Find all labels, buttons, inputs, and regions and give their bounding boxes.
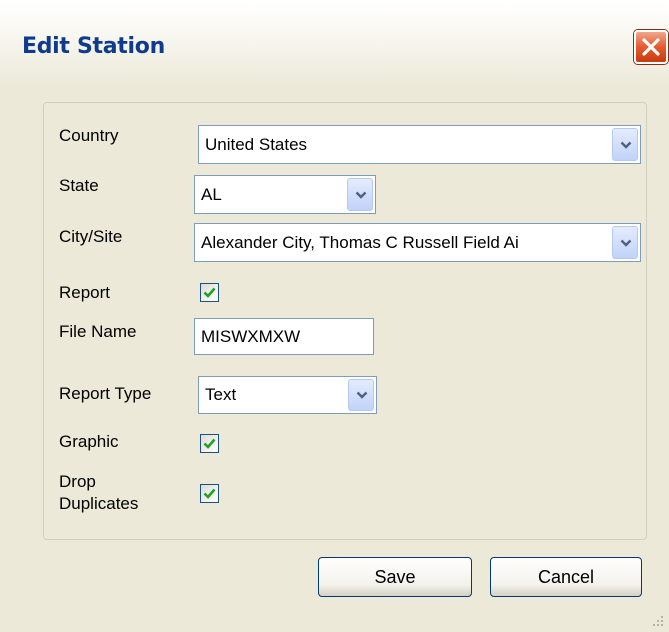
city-site-label: City/Site [59,227,123,246]
city-site-select[interactable]: Alexander City, Thomas C Russell Field A… [194,223,641,262]
chevron-down-icon [356,391,368,399]
file-name-label: File Name [59,322,137,341]
state-label: State [59,176,99,195]
report-type-label: Report Type [59,384,152,403]
close-icon [642,38,660,56]
dialog-title: Edit Station [22,34,165,59]
report-checkbox[interactable] [200,283,219,302]
drop-duplicates-label-line1: Drop [59,472,96,491]
close-button[interactable] [634,30,668,64]
report-label: Report [59,283,111,302]
state-value: AL [201,184,222,204]
file-name-field[interactable] [194,318,374,355]
report-type-select[interactable]: Text [198,376,377,414]
graphic-label: Graphic [59,432,119,451]
chevron-down-icon [355,191,367,199]
state-dropdown-button[interactable] [347,178,373,211]
cancel-button[interactable]: Cancel [490,557,642,597]
save-button[interactable]: Save [318,557,472,597]
report-type-dropdown-button[interactable] [348,379,374,411]
graphic-checkbox[interactable] [200,434,219,453]
city-site-value: Alexander City, Thomas C Russell Field A… [201,232,519,252]
file-name-input[interactable] [195,319,373,354]
country-dropdown-button[interactable] [612,128,638,161]
checkmark-icon [203,287,216,298]
country-value: United States [205,134,308,154]
checkmark-icon [203,438,216,449]
title-bar[interactable]: Edit Station [0,0,669,88]
city-site-dropdown-button[interactable] [612,226,638,259]
state-select[interactable]: AL [194,175,376,214]
country-label: Country [59,126,119,145]
drop-duplicates-label-line2: Duplicates [59,494,139,513]
country-select[interactable]: United States [198,125,641,164]
chevron-down-icon [620,239,632,247]
chevron-down-icon [620,141,632,149]
resize-grip-icon[interactable] [651,614,665,628]
checkmark-icon [203,488,216,499]
drop-duplicates-checkbox[interactable] [200,484,219,503]
edit-station-dialog: Edit Station Country United States State… [0,0,669,632]
report-type-value: Text [205,385,237,404]
